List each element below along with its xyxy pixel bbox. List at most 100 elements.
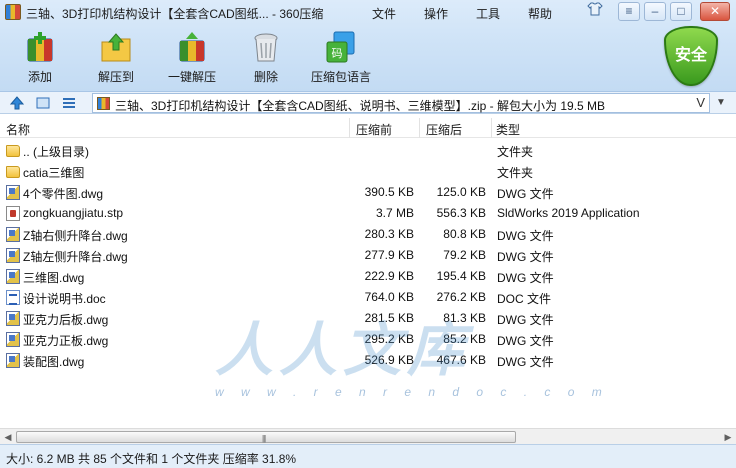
zip-archive-icon (97, 97, 110, 110)
scroll-left-icon[interactable]: ◀ (2, 431, 14, 443)
address-dropdown-icon[interactable]: V (696, 95, 705, 110)
file-row[interactable]: Z轴左侧升降台.dwg 277.9 KB 79.2 KB DWG 文件 (0, 245, 736, 266)
chevron-down-icon[interactable]: ▼ (714, 96, 728, 110)
file-row[interactable]: zongkuangjiatu.stp 3.7 MB 556.3 KB SldWorks… (0, 203, 736, 224)
scroll-right-icon[interactable]: ▶ (722, 431, 734, 443)
file-type: DWG 文件 (497, 313, 554, 327)
status-bar: 大小: 6.2 MB 共 85 个文件和 1 个文件夹 压缩率 31.8% (0, 444, 736, 468)
dwg-file-icon (6, 332, 20, 347)
app-zip-icon (5, 4, 21, 20)
file-name: 亚克力后板.dwg (23, 313, 109, 327)
file-row[interactable]: 4个零件图.dwg 390.5 KB 125.0 KB DWG 文件 (0, 182, 736, 203)
file-size-after: 79.2 KB (443, 248, 486, 262)
title-toolbar-band: 三轴、3D打印机结构设计【全套含CAD图纸... - 360压缩 文件 操作 工… (0, 0, 736, 92)
file-name: .. (上级目录) (23, 145, 89, 159)
column-compressed-after[interactable]: 压缩后 (426, 118, 492, 138)
trash-icon (249, 30, 283, 64)
column-type[interactable]: 类型 (496, 118, 732, 138)
menu-operate[interactable]: 操作 (424, 5, 448, 22)
up-arrow-icon[interactable] (9, 96, 25, 110)
one-click-extract-label: 一键解压 (167, 70, 216, 84)
menu-icon[interactable]: ≡ (618, 2, 640, 21)
file-size-before: 764.0 KB (364, 290, 414, 304)
folder-icon (6, 145, 20, 157)
column-header-row: 名称 压缩前 压缩后 类型 (0, 118, 736, 138)
add-label: 添加 (27, 70, 52, 84)
file-name: 装配图.dwg (23, 355, 85, 369)
dwg-file-icon (6, 185, 20, 200)
file-name: Z轴右侧升降台.dwg (23, 229, 128, 243)
watermark-url: w w w . r e n r e n d o c . c o m (215, 385, 609, 399)
file-size-before: 280.3 KB (364, 227, 414, 241)
doc-file-icon (6, 290, 20, 305)
safe-shield-badge[interactable]: 安全 (664, 26, 718, 86)
file-row[interactable]: 装配图.dwg 526.9 KB 467.6 KB DWG 文件 (0, 350, 736, 371)
extract-folder-icon (99, 30, 133, 64)
file-size-before: 390.5 KB (364, 185, 414, 199)
address-path: 三轴、3D打印机结构设计【全套含CAD图纸、说明书、三维模型】.zip - 解包… (115, 99, 606, 113)
file-size-before: 3.7 MB (375, 206, 414, 220)
file-size-before: 526.9 KB (364, 353, 414, 367)
dwg-file-icon (6, 353, 20, 368)
file-type: 文件夹 (497, 145, 534, 159)
file-type: SldWorks 2019 Application (497, 206, 640, 220)
file-type: DWG 文件 (497, 187, 554, 201)
delete-label: 删除 (253, 70, 278, 84)
file-type: 文件夹 (497, 166, 534, 180)
stp-file-icon (6, 206, 20, 221)
status-text: 大小: 6.2 MB 共 85 个文件和 1 个文件夹 压缩率 31.8% (6, 452, 297, 466)
file-size-after: 81.3 KB (443, 311, 486, 325)
file-size-after: 125.0 KB (436, 185, 486, 199)
file-name: zongkuangjiatu.stp (23, 206, 124, 220)
scroll-thumb[interactable]: ||| (16, 431, 516, 443)
file-size-before: 277.9 KB (364, 248, 414, 262)
file-type: DWG 文件 (497, 250, 554, 264)
horizontal-scrollbar[interactable]: ◀ ||| ▶ (0, 428, 736, 444)
dwg-file-icon (6, 269, 20, 284)
menu-file[interactable]: 文件 (372, 5, 396, 22)
menu-tools[interactable]: 工具 (476, 5, 500, 22)
delete-button[interactable]: 删除 (238, 30, 294, 85)
list-view-icon[interactable] (62, 96, 76, 110)
file-size-after: 556.3 KB (436, 206, 486, 220)
address-bar: 三轴、3D打印机结构设计【全套含CAD图纸、说明书、三维模型】.zip - 解包… (0, 92, 736, 114)
file-row[interactable]: Z轴右侧升降台.dwg 280.3 KB 80.8 KB DWG 文件 (0, 224, 736, 245)
compress-language-button[interactable]: 码 压缩包语言 (308, 30, 374, 85)
file-type: DOC 文件 (497, 292, 552, 306)
address-field[interactable]: 三轴、3D打印机结构设计【全套含CAD图纸、说明书、三维模型】.zip - 解包… (92, 93, 710, 113)
code-page-glyph: 码 (332, 47, 343, 60)
close-icon[interactable]: ✕ (700, 2, 730, 21)
file-name: Z轴左侧升降台.dwg (23, 250, 128, 264)
file-type: DWG 文件 (497, 229, 554, 243)
minimize-icon[interactable]: – (644, 2, 666, 21)
shirt-icon[interactable] (584, 2, 606, 21)
window-title: 三轴、3D打印机结构设计【全套含CAD图纸... - 360压缩 (26, 7, 324, 21)
thumbnail-view-icon[interactable] (36, 96, 50, 110)
dwg-file-icon (6, 227, 20, 242)
extract-to-button[interactable]: 解压到 (88, 30, 144, 85)
title-bar: 三轴、3D打印机结构设计【全套含CAD图纸... - 360压缩 文件 操作 工… (0, 0, 736, 24)
file-size-after: 276.2 KB (436, 290, 486, 304)
column-compressed-before[interactable]: 压缩前 (356, 118, 420, 138)
file-size-before: 281.5 KB (364, 311, 414, 325)
file-name: 亚克力正板.dwg (23, 334, 109, 348)
file-size-before: 295.2 KB (364, 332, 414, 346)
file-row[interactable]: 设计说明书.doc 764.0 KB 276.2 KB DOC 文件 (0, 287, 736, 308)
code-page-icon: 码 (324, 30, 358, 64)
file-row[interactable]: 亚克力正板.dwg 295.2 KB 85.2 KB DWG 文件 (0, 329, 736, 350)
maximize-icon[interactable]: □ (670, 2, 692, 21)
add-button[interactable]: 添加 (12, 30, 68, 85)
compress-language-label: 压缩包语言 (310, 70, 371, 84)
file-row[interactable]: 三维图.dwg 222.9 KB 195.4 KB DWG 文件 (0, 266, 736, 287)
file-name: catia三维图 (23, 166, 85, 180)
one-click-extract-button[interactable]: 一键解压 (164, 30, 220, 85)
file-row[interactable]: .. (上级目录) 文件夹 (0, 140, 736, 161)
file-size-after: 85.2 KB (443, 332, 486, 346)
file-row[interactable]: 亚克力后板.dwg 281.5 KB 81.3 KB DWG 文件 (0, 308, 736, 329)
file-name: 三维图.dwg (23, 271, 85, 285)
menu-help[interactable]: 帮助 (528, 5, 552, 22)
one-click-extract-icon (175, 30, 209, 64)
file-row[interactable]: catia三维图 文件夹 (0, 161, 736, 182)
file-name: 设计说明书.doc (23, 292, 106, 306)
column-name[interactable]: 名称 (6, 118, 350, 138)
